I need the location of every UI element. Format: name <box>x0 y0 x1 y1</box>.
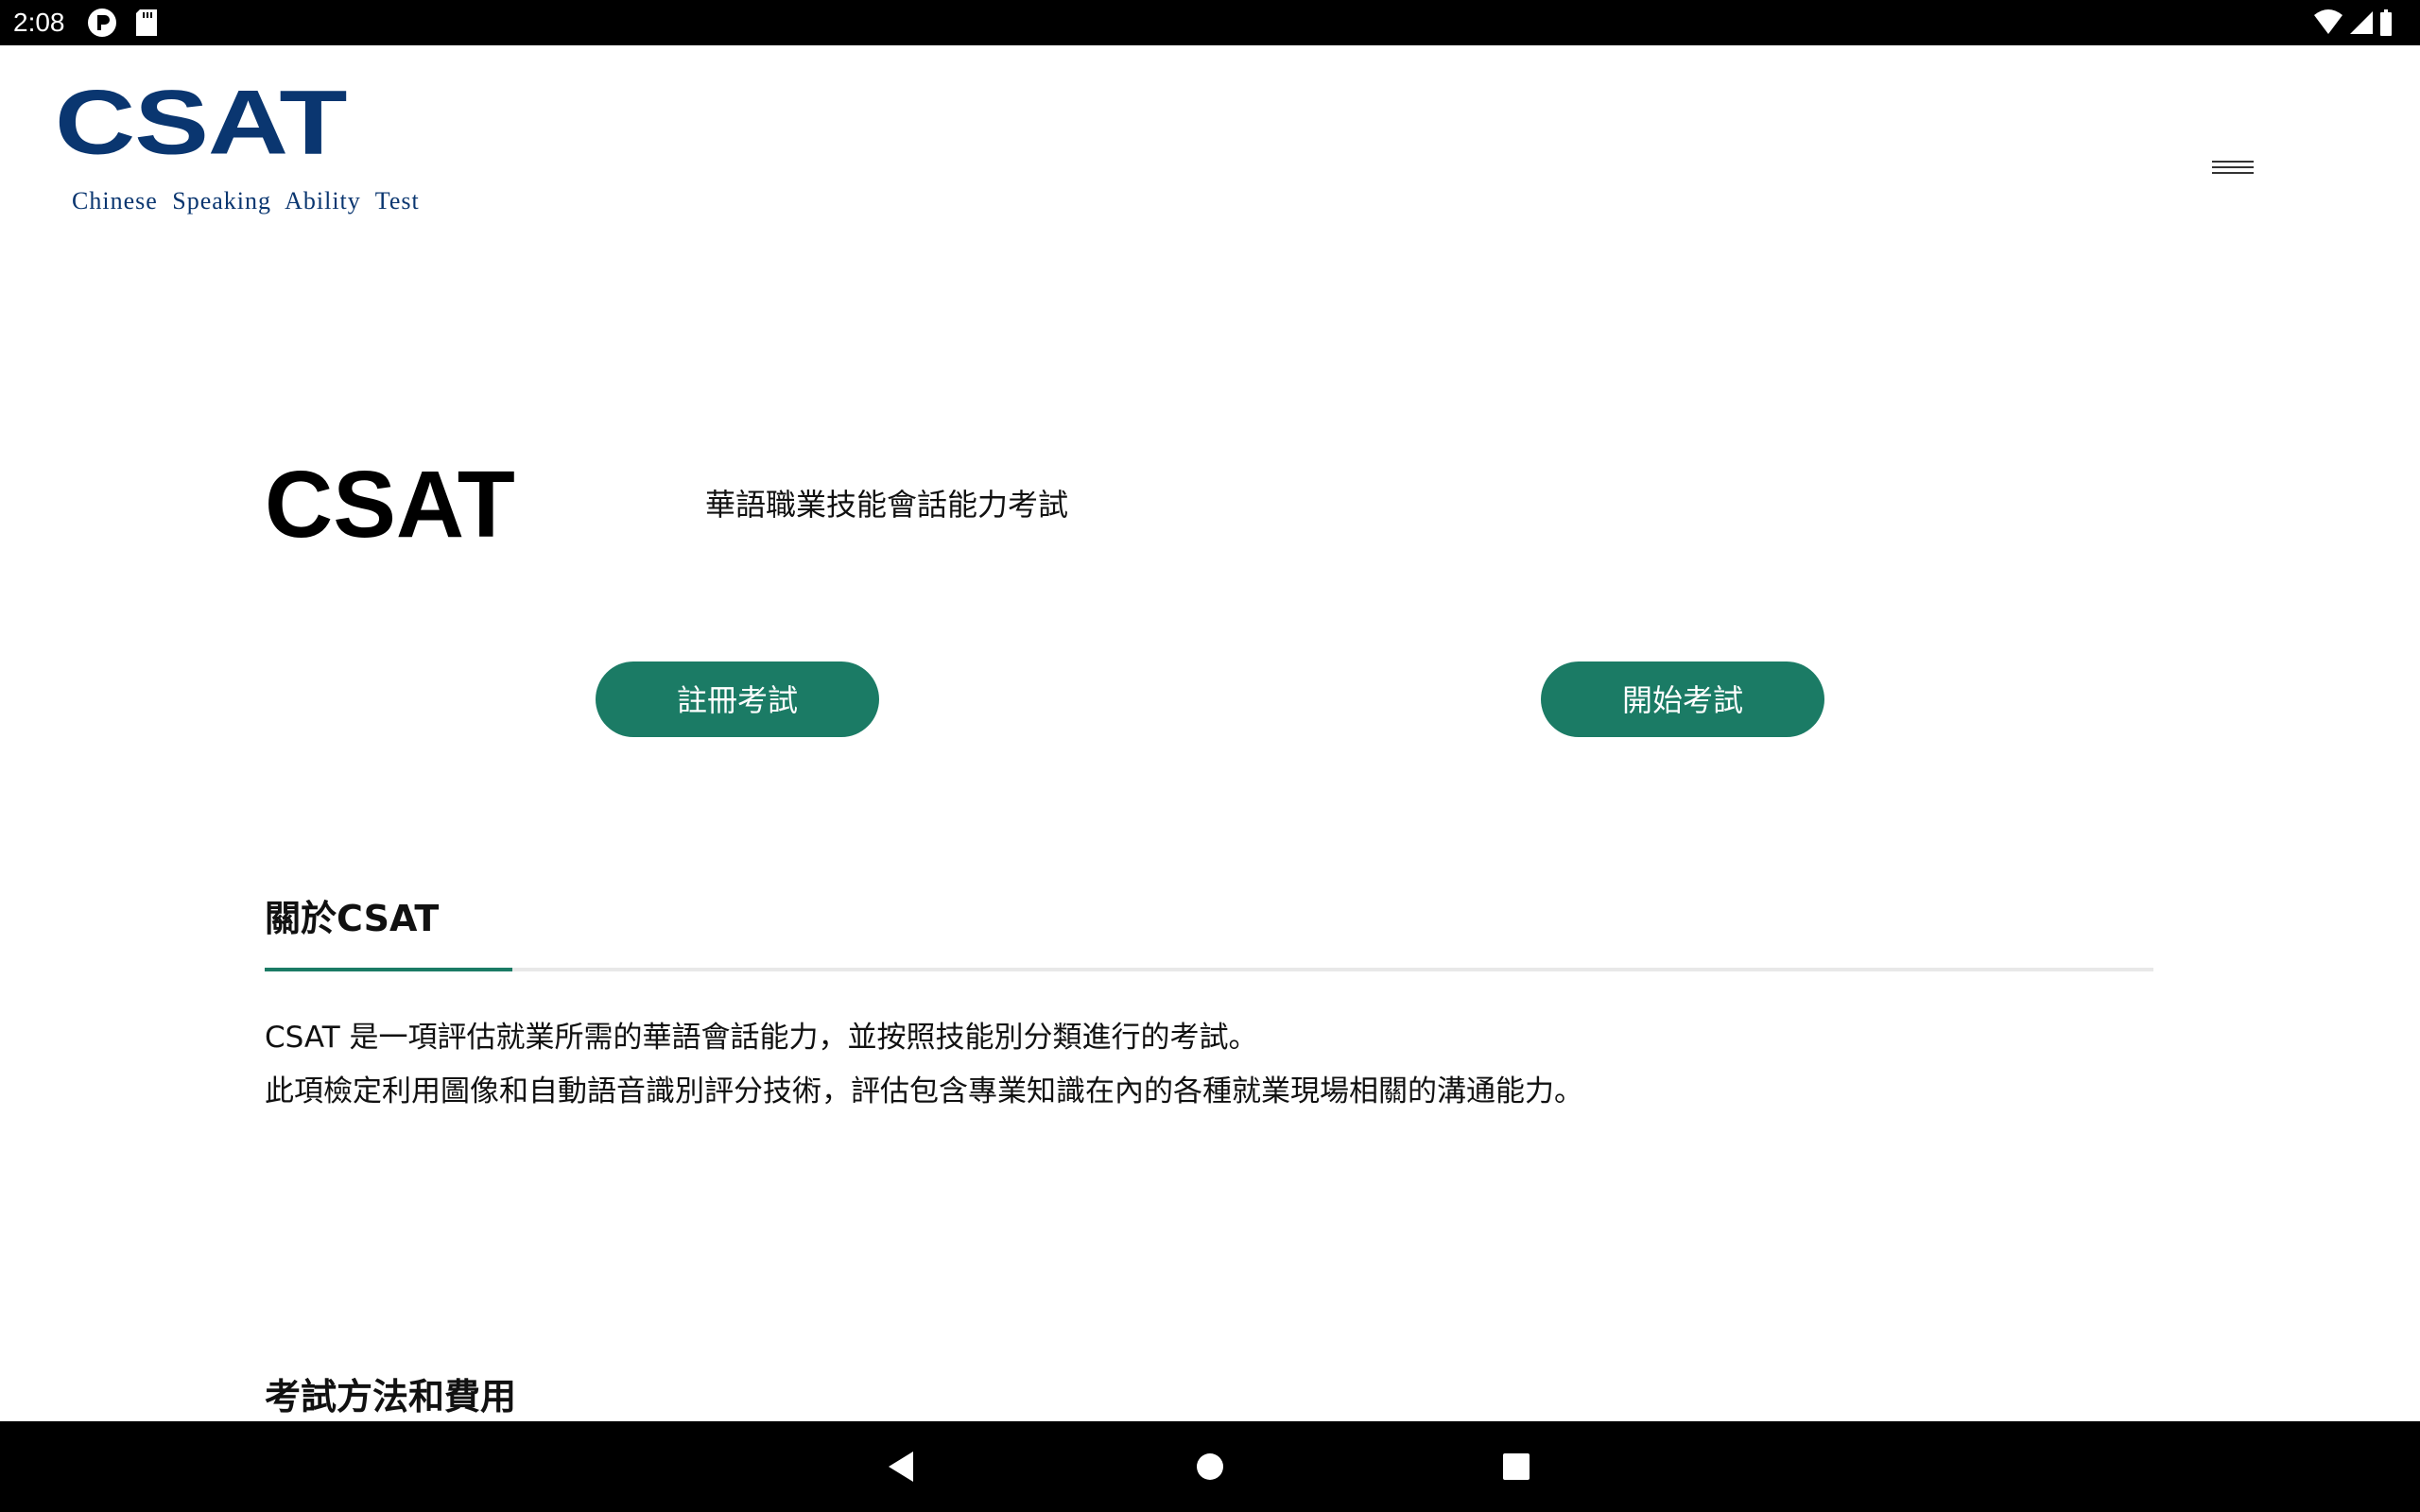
section-divider <box>265 968 2153 971</box>
sd-card-icon <box>134 8 159 42</box>
csat-logo[interactable]: CSAT Chinese Speaking Ability Test <box>55 71 424 231</box>
wifi-icon <box>2314 9 2342 34</box>
about-paragraph: 此項檢定利用圖像和自動語音識別評分技術，評估包含專業知識在內的各種就業現場相關的… <box>265 1074 1583 1108</box>
status-time: 2:08 <box>13 8 65 37</box>
hamburger-menu-icon[interactable] <box>2212 161 2254 183</box>
battery-icon <box>2380 9 2392 36</box>
back-icon[interactable] <box>881 1444 926 1489</box>
logo-wordmark: CSAT <box>55 71 347 175</box>
section-divider-accent <box>265 968 512 971</box>
web-page: CSAT Chinese Speaking Ability Test CSAT … <box>0 45 2420 1421</box>
navigation-bar <box>0 1421 2420 1512</box>
app-notification-icon <box>87 8 117 42</box>
page-subtitle: 華語職業技能會話能力考試 <box>705 487 1069 523</box>
status-indicators <box>2312 8 2407 42</box>
logo-tagline: Chinese Speaking Ability Test <box>72 187 420 215</box>
cell-signal-icon <box>2350 11 2373 34</box>
exam-method-section-title: 考試方法和費用 <box>265 1376 517 1418</box>
register-exam-button[interactable]: 註冊考試 <box>596 662 879 737</box>
status-bar: 2:08 <box>0 0 2420 45</box>
start-exam-button[interactable]: 開始考試 <box>1541 662 1824 737</box>
home-icon[interactable] <box>1187 1444 1233 1489</box>
about-section-body: CSAT 是一項評估就業所需的華語會話能力，並按照技能別分類進行的考試。 此項檢… <box>265 1011 1583 1119</box>
about-section-title: 關於CSAT <box>265 898 440 939</box>
about-paragraph: CSAT 是一項評估就業所需的華語會話能力，並按照技能別分類進行的考試。 <box>265 1021 1258 1055</box>
page-title: CSAT <box>265 452 515 558</box>
recents-icon[interactable] <box>1494 1444 1539 1489</box>
